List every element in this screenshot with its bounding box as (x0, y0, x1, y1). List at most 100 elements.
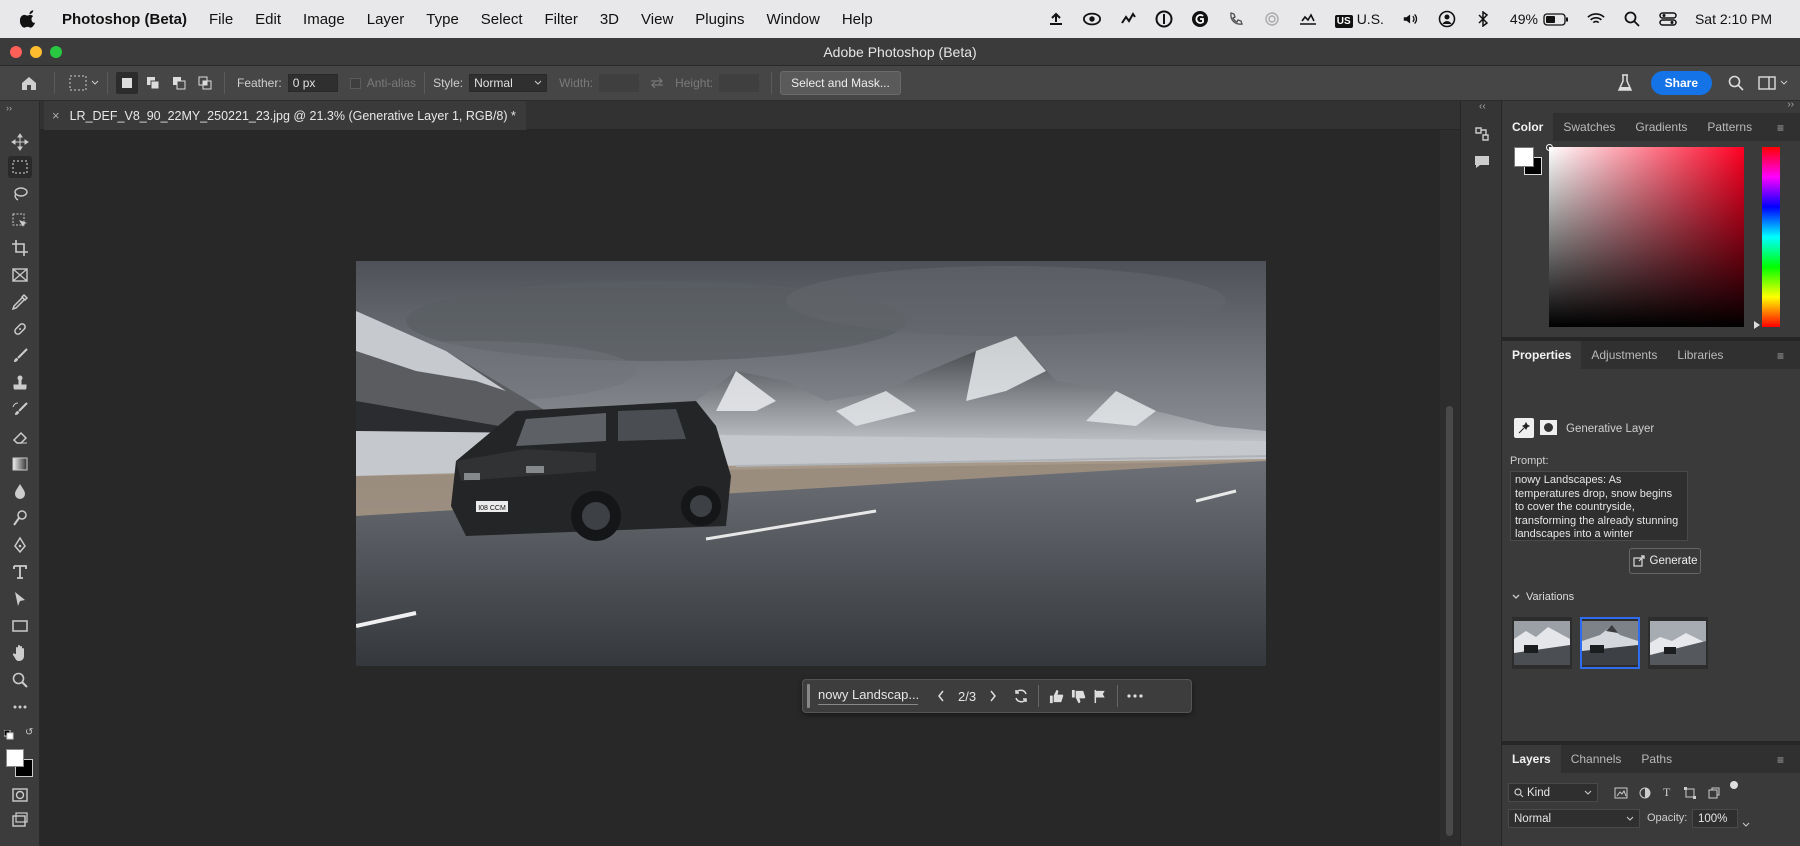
menu-image[interactable]: Image (292, 11, 356, 28)
prompt-preview[interactable]: nowy Landscap... (818, 687, 918, 705)
minimize-window-button[interactable] (30, 46, 42, 58)
screen-mode-icon[interactable] (8, 809, 32, 831)
opacity-input[interactable]: 100% (1692, 809, 1738, 828)
marquee-preset-picker[interactable] (69, 75, 99, 91)
control-center-icon[interactable] (1659, 11, 1677, 27)
variations-toggle[interactable]: Variations (1512, 591, 1574, 603)
variation-thumbnail[interactable] (1512, 617, 1572, 669)
filter-shape-icon[interactable] (1684, 786, 1696, 804)
tab-paths[interactable]: Paths (1631, 752, 1682, 773)
menu-type[interactable]: Type (415, 11, 470, 28)
pen-tool-icon[interactable] (8, 534, 32, 556)
filter-smart-object-icon[interactable] (1708, 786, 1720, 804)
filter-pixel-icon[interactable] (1614, 786, 1628, 804)
feather-input[interactable]: 0 px (287, 74, 338, 92)
apple-logo-icon[interactable] (20, 10, 38, 28)
activity-icon[interactable] (1299, 11, 1317, 27)
sync-icon[interactable] (1119, 11, 1137, 27)
scrollbar-thumb[interactable] (1446, 406, 1453, 836)
blur-tool-icon[interactable] (8, 480, 32, 502)
taskbar-grip[interactable] (807, 684, 810, 708)
frame-tool-icon[interactable] (8, 264, 32, 286)
panel-menu-icon[interactable]: ≡ (1767, 121, 1794, 142)
tab-gradients[interactable]: Gradients (1625, 120, 1697, 141)
select-and-mask-button[interactable]: Select and Mask... (780, 71, 901, 95)
swap-colors-icon[interactable]: ↺ (25, 727, 33, 738)
history-brush-tool-icon[interactable] (8, 399, 32, 421)
quick-mask-icon[interactable] (8, 784, 32, 806)
new-selection-button[interactable] (116, 72, 138, 94)
hue-slider[interactable] (1762, 147, 1780, 327)
rectangle-tool-icon[interactable] (8, 615, 32, 637)
thumbs-up-button[interactable] (1045, 685, 1067, 707)
creative-cloud-icon[interactable] (1082, 11, 1101, 27)
swap-dimensions-button[interactable] (649, 77, 665, 89)
menu-help[interactable]: Help (831, 11, 884, 28)
add-to-selection-button[interactable] (142, 72, 164, 94)
document-image[interactable]: I08 CCM (356, 261, 1266, 666)
tab-patterns[interactable]: Patterns (1697, 120, 1762, 141)
menu-3d[interactable]: 3D (589, 11, 630, 28)
workspace-button[interactable] (1758, 76, 1788, 90)
foreground-color-chip[interactable] (1514, 147, 1534, 167)
color-picker-handle[interactable] (1546, 144, 1553, 151)
canvas-vertical-scrollbar[interactable] (1440, 130, 1460, 846)
comments-panel-icon[interactable] (1473, 153, 1491, 176)
subtract-from-selection-button[interactable] (168, 72, 190, 94)
share-button[interactable]: Share (1650, 71, 1712, 95)
onepassword-icon[interactable] (1155, 10, 1173, 28)
foreground-color-swatch[interactable] (6, 749, 24, 767)
filter-toggle-icon[interactable] (1730, 781, 1738, 789)
previous-variation-button[interactable] (930, 685, 952, 707)
hue-slider-handle[interactable] (1754, 321, 1760, 329)
regenerate-button[interactable] (1010, 685, 1032, 707)
style-select[interactable]: Normal (469, 74, 548, 92)
report-button[interactable] (1089, 685, 1111, 707)
user-icon[interactable] (1438, 10, 1456, 28)
eraser-tool-icon[interactable] (8, 426, 32, 448)
move-tool-icon[interactable] (8, 131, 32, 153)
type-tool-icon[interactable] (8, 561, 32, 583)
fingerprint-icon[interactable] (1263, 11, 1281, 27)
grammarly-icon[interactable] (1191, 11, 1209, 27)
dodge-tool-icon[interactable] (8, 507, 32, 529)
panel-menu-icon[interactable]: ≡ (1767, 753, 1794, 774)
more-options-button[interactable] (1124, 685, 1146, 707)
tab-libraries[interactable]: Libraries (1667, 348, 1733, 369)
menu-plugins[interactable]: Plugins (684, 11, 755, 28)
eyedropper-tool-icon[interactable] (8, 291, 32, 313)
home-button[interactable] (20, 74, 38, 92)
color-field[interactable] (1546, 144, 1744, 327)
height-input[interactable] (719, 74, 760, 92)
rectangular-marquee-tool-icon[interactable] (8, 156, 32, 178)
clock[interactable]: Sat 2:10 PM (1695, 11, 1772, 27)
default-colors-icon[interactable] (3, 727, 14, 740)
variation-thumbnail[interactable] (1648, 617, 1708, 669)
generate-button[interactable]: Generate (1629, 548, 1701, 574)
close-tab-icon[interactable]: × (52, 108, 60, 123)
tab-swatches[interactable]: Swatches (1553, 120, 1625, 141)
path-selection-tool-icon[interactable] (8, 588, 32, 610)
clone-stamp-tool-icon[interactable] (8, 372, 32, 394)
gradient-tool-icon[interactable] (8, 453, 32, 475)
phone-icon[interactable] (1227, 11, 1245, 27)
tab-properties[interactable]: Properties (1502, 341, 1582, 369)
filter-adjustment-icon[interactable] (1639, 786, 1651, 804)
spotlight-search-icon[interactable] (1623, 11, 1641, 27)
blend-mode-select[interactable]: Normal (1508, 809, 1640, 828)
bluetooth-icon[interactable] (1474, 11, 1492, 27)
input-source[interactable]: US U.S. (1334, 11, 1384, 28)
brush-tool-icon[interactable] (8, 345, 32, 367)
menu-filter[interactable]: Filter (534, 11, 589, 28)
opacity-dropdown-icon[interactable] (1742, 815, 1750, 833)
collapse-strip-icon[interactable]: ‹‹ (1479, 101, 1486, 112)
battery-indicator[interactable]: 49% (1510, 11, 1569, 27)
menu-layer[interactable]: Layer (356, 11, 416, 28)
tab-layers[interactable]: Layers (1502, 745, 1561, 773)
width-input[interactable] (599, 74, 640, 92)
menu-view[interactable]: View (630, 11, 684, 28)
history-panel-icon[interactable] (1473, 125, 1491, 148)
document-tab[interactable]: × LR_DEF_V8_90_22MY_250221_23.jpg @ 21.3… (44, 101, 526, 130)
search-button[interactable] (1728, 75, 1744, 91)
next-variation-button[interactable] (982, 685, 1004, 707)
